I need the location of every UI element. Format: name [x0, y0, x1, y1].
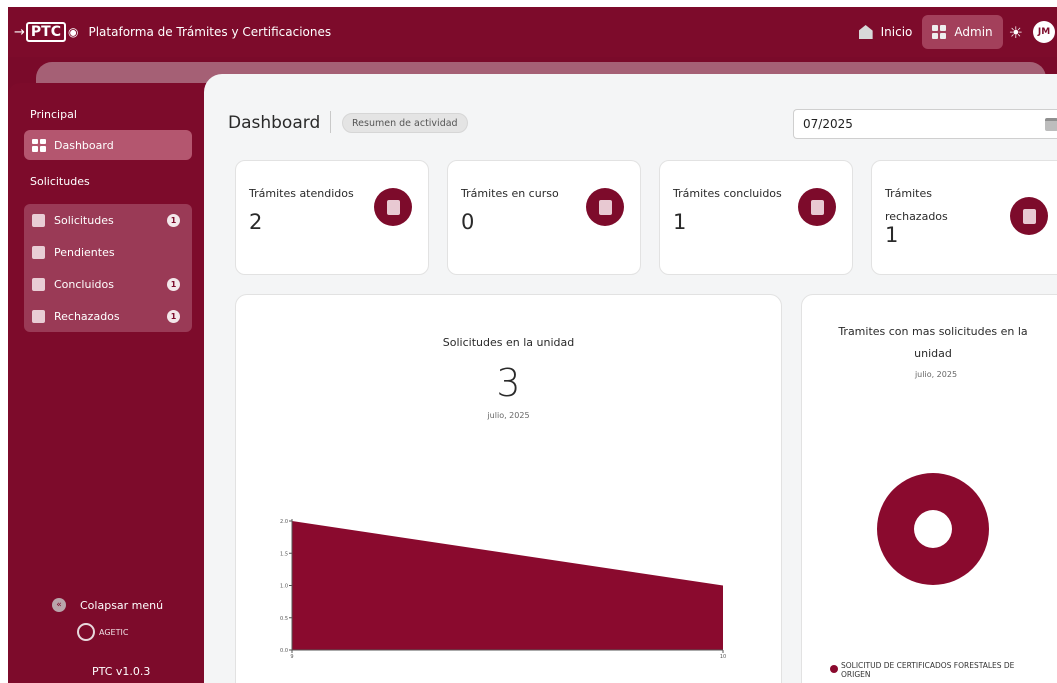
y-tick-label: 1.0: [280, 584, 288, 590]
sidebar-item-label: Concluidos: [54, 277, 114, 291]
pie-chart-panel: Tramites con mas solicitudes en la unida…: [801, 294, 1057, 683]
nav-inicio-label: Inicio: [880, 25, 913, 39]
sidebar-item-concluidos[interactable]: Concluidos 1: [24, 269, 192, 299]
sidebar: Principal Dashboard Solicitudes Solicitu…: [8, 83, 206, 683]
stat-card-value: 1: [673, 210, 687, 234]
x-tick-label: 9: [290, 654, 293, 660]
clipboard-icon: [586, 188, 624, 226]
top-bar: → PTC ◉ Plataforma de Trámites y Certifi…: [8, 7, 1057, 57]
y-tick-label: 0.5: [280, 616, 288, 622]
count-badge: 1: [167, 277, 180, 291]
avatar[interactable]: JM: [1033, 21, 1055, 43]
app-window: → PTC ◉ Plataforma de Trámites y Certifi…: [0, 0, 1057, 683]
top-nav: Inicio Admin ☀ JM: [849, 7, 1057, 57]
logo-arrow-icon: →: [14, 24, 25, 40]
area-chart-panel: Solicitudes en la unidad 3 julio, 2025 0…: [235, 294, 782, 683]
stat-card-label: Trámites concluidos: [673, 187, 782, 200]
clipboard-plus-icon: [32, 245, 45, 259]
main-content: Dashboard Resumen de actividad 07/2025 T…: [204, 74, 1057, 683]
clipboard-x-icon: [32, 309, 45, 323]
y-tick-label: 1.5: [280, 551, 288, 557]
app-version: PTC v1.0.3: [92, 665, 151, 678]
stat-card-value: 0: [461, 210, 475, 234]
sidebar-section-principal: Principal: [30, 108, 77, 121]
count-badge: 1: [167, 309, 180, 323]
sun-icon[interactable]: ☀: [1009, 23, 1023, 42]
sidebar-item-label: Solicitudes: [54, 213, 114, 227]
collapse-menu-button[interactable]: « Colapsar menú: [52, 598, 163, 612]
stat-card-label: Trámites rechazados: [885, 187, 948, 223]
double-chevron-left-icon: «: [52, 598, 66, 612]
y-tick-label: 0.0: [280, 648, 288, 654]
home-icon: [858, 25, 873, 39]
sidebar-section-solicitudes: Solicitudes: [30, 175, 90, 188]
pie-chart-legend[interactable]: SOLICITUD DE CERTIFICADOS FORESTALES DE …: [830, 661, 1040, 679]
pie-slice: [877, 473, 989, 585]
subtitle-pill: Resumen de actividad: [342, 113, 468, 133]
nav-inicio-button[interactable]: Inicio: [849, 15, 923, 49]
calendar-icon[interactable]: [1045, 118, 1057, 131]
legend-swatch: [830, 665, 838, 673]
sidebar-item-rechazados[interactable]: Rechazados 1: [24, 301, 192, 331]
grid-icon: [932, 25, 947, 39]
page-title: Dashboard: [228, 113, 321, 133]
logo-dot-icon: ◉: [68, 25, 79, 39]
stat-card-atendidos: Trámites atendidos 2: [235, 160, 429, 275]
area-chart: 0.0 0.5 1.0 1.5 2.0 9 10: [280, 519, 726, 660]
logo-text: PTC: [25, 22, 66, 42]
clipboard-check-icon: [798, 188, 836, 226]
app-title: Plataforma de Trámites y Certificaciones: [88, 25, 332, 39]
sidebar-item-label: Pendientes: [54, 245, 115, 259]
nav-admin-button[interactable]: Admin: [922, 15, 1003, 49]
stat-card-value: 1: [885, 223, 899, 247]
list-icon: [32, 213, 45, 227]
app-logo[interactable]: → PTC ◉: [14, 22, 78, 42]
sidebar-item-label: Dashboard: [54, 138, 114, 152]
legend-label: SOLICITUD DE CERTIFICADOS FORESTALES DE …: [841, 661, 1015, 679]
nav-admin-label: Admin: [954, 25, 993, 39]
agetic-logo: AGETIC: [77, 623, 128, 641]
month-picker-value: 07/2025: [803, 117, 853, 131]
sidebar-item-label: Rechazados: [54, 309, 120, 323]
title-divider: [330, 111, 331, 133]
pie-chart: [877, 473, 989, 585]
agetic-ring-icon: [77, 623, 95, 641]
sidebar-item-dashboard[interactable]: Dashboard: [24, 130, 192, 160]
stat-card-en-curso: Trámites en curso 0: [447, 160, 641, 275]
x-tick-label: 10: [720, 654, 726, 660]
collapse-label: Colapsar menú: [80, 598, 164, 612]
stat-card-value: 2: [249, 210, 263, 234]
stat-card-rechazados: Trámites rechazados 1: [871, 160, 1057, 275]
agetic-logo-text: AGETIC: [99, 627, 129, 637]
clipboard-check-icon: [32, 277, 45, 291]
month-picker-input[interactable]: 07/2025: [793, 109, 1057, 139]
stat-card-concluidos: Trámites concluidos 1: [659, 160, 853, 275]
clipboard-x-icon: [1010, 197, 1048, 235]
clipboard-check-icon: [374, 188, 412, 226]
dashboard-icon: [32, 138, 46, 152]
sidebar-item-pendientes[interactable]: Pendientes: [24, 237, 192, 267]
count-badge: 1: [167, 213, 180, 227]
stat-card-label: Trámites en curso: [461, 187, 559, 200]
y-tick-label: 2.0: [280, 519, 288, 525]
stat-card-label: Trámites atendidos: [249, 187, 354, 200]
sidebar-item-solicitudes[interactable]: Solicitudes 1: [24, 205, 192, 235]
area-series: [292, 521, 723, 650]
